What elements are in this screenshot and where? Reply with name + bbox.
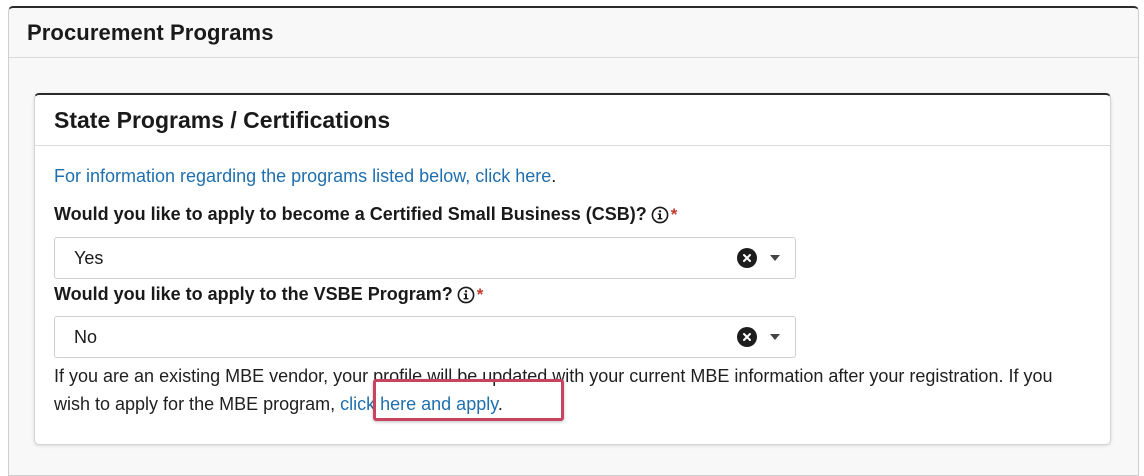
- vsbe-select[interactable]: No: [54, 316, 796, 358]
- mbe-notice-text: If you are an existing MBE vendor, your …: [54, 366, 1053, 414]
- card-title: State Programs / Certifications: [54, 106, 391, 133]
- vsbe-label-text: Would you like to apply to the VSBE Prog…: [54, 284, 453, 304]
- mbe-notice-suffix: .: [497, 394, 503, 414]
- csb-field-label: Would you like to apply to become a Cert…: [54, 204, 677, 225]
- panel-header: Procurement Programs: [9, 8, 1138, 58]
- card-header: State Programs / Certifications: [35, 95, 1110, 146]
- clear-icon[interactable]: [737, 248, 757, 268]
- panel-title: Procurement Programs: [27, 19, 274, 45]
- chevron-down-icon[interactable]: [769, 331, 781, 343]
- csb-select-value: Yes: [74, 247, 104, 268]
- csb-select[interactable]: Yes: [54, 237, 796, 279]
- csb-label-text: Would you like to apply to become a Cert…: [54, 204, 647, 224]
- vsbe-select-value: No: [74, 326, 98, 347]
- info-icon[interactable]: [457, 286, 475, 304]
- vsbe-field-label: Would you like to apply to the VSBE Prog…: [54, 284, 483, 305]
- mbe-notice: If you are an existing MBE vendor, your …: [54, 362, 1084, 418]
- programs-info-line: For information regarding the programs l…: [54, 166, 556, 187]
- clear-icon[interactable]: [737, 327, 757, 347]
- mbe-apply-link[interactable]: click here and apply: [340, 394, 498, 414]
- programs-info-suffix: .: [551, 166, 557, 186]
- required-marker: *: [670, 204, 678, 224]
- state-programs-card: State Programs / Certifications For info…: [34, 93, 1111, 445]
- procurement-programs-panel: Procurement Programs State Programs / Ce…: [8, 6, 1139, 476]
- programs-info-link[interactable]: For information regarding the programs l…: [54, 166, 551, 186]
- info-icon[interactable]: [651, 206, 669, 224]
- chevron-down-icon[interactable]: [769, 252, 781, 264]
- required-marker: *: [476, 284, 484, 304]
